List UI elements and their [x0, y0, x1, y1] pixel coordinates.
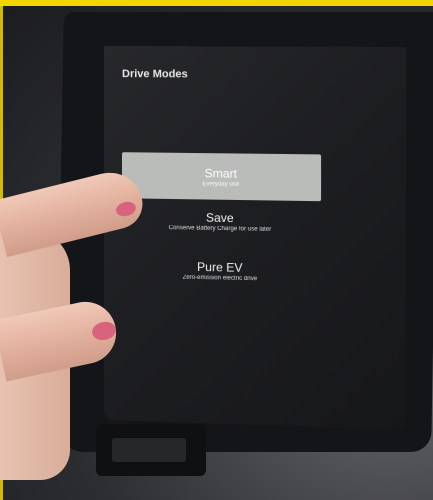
drive-mode-pure-ev-button[interactable]: Pure EV Zero-emission electric drive	[124, 258, 317, 284]
frame-top-border	[0, 0, 433, 6]
mount-slot	[112, 438, 186, 462]
page-title: Drive Modes	[121, 68, 188, 81]
display-mount	[96, 424, 206, 476]
drive-mode-smart-button[interactable]: Smart Everyday use	[121, 152, 322, 202]
drive-mode-description: Everyday use	[202, 181, 240, 188]
infotainment-screen: Drive Modes Smart Everyday use Save Cons…	[104, 46, 407, 430]
drive-mode-save-button[interactable]: Save Conserve Battery Charge for use lat…	[124, 209, 317, 234]
